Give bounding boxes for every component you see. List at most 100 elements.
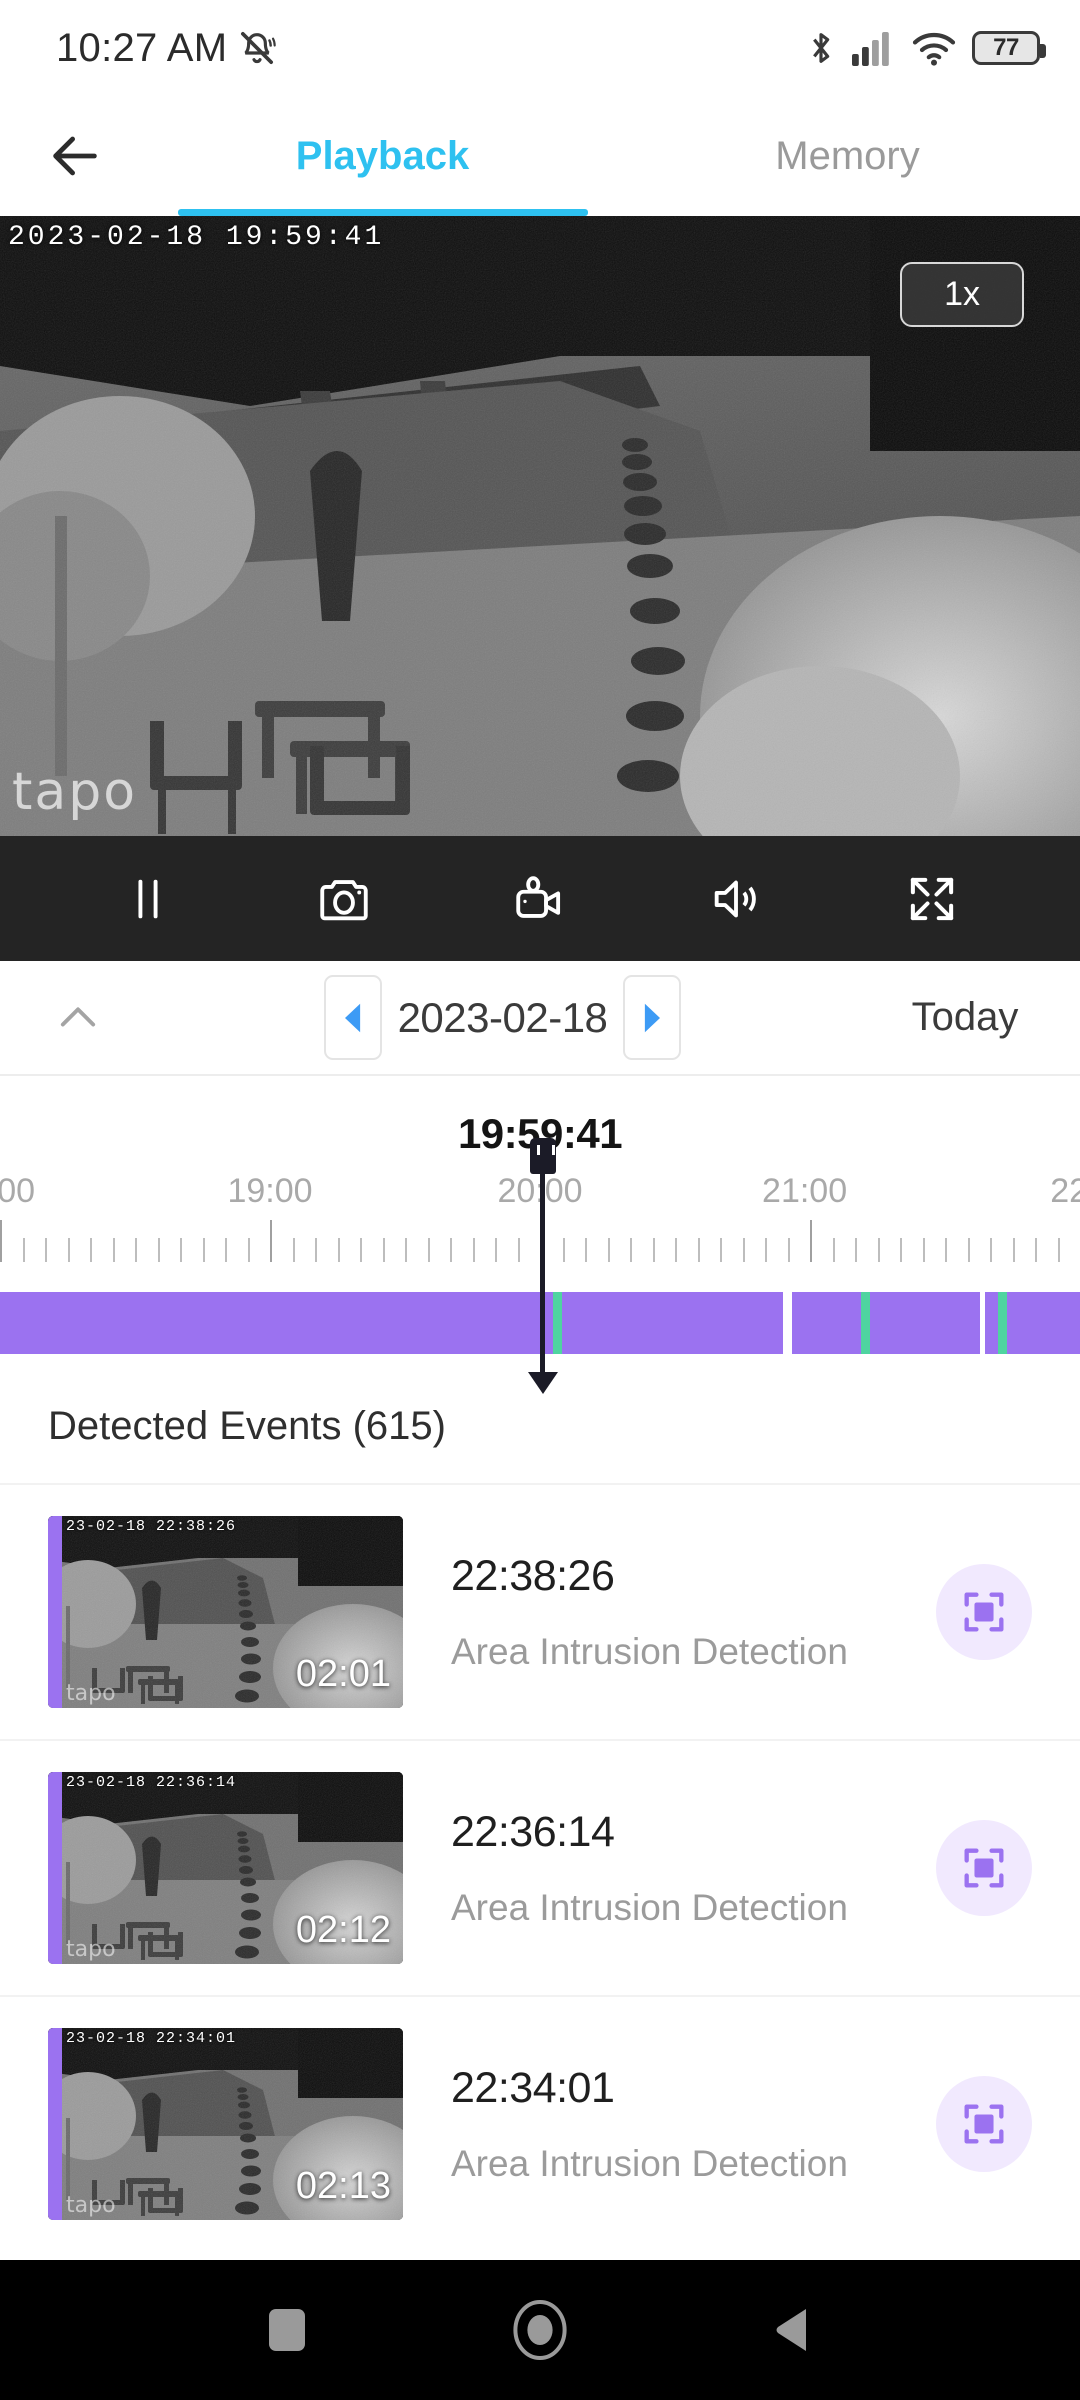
tab-playback[interactable]: Playback xyxy=(150,96,615,216)
timeline-tick-label: 00 xyxy=(0,1172,35,1211)
timeline-minor-tick xyxy=(788,1238,790,1262)
timeline-minor-tick xyxy=(1013,1238,1015,1262)
playback-speed-button[interactable]: 1x xyxy=(900,262,1024,327)
back-arrow-icon xyxy=(46,127,104,185)
timeline-minor-tick xyxy=(923,1238,925,1262)
timeline-minor-tick xyxy=(698,1238,700,1262)
event-type: Area Intrusion Detection xyxy=(451,1631,936,1673)
selected-date[interactable]: 2023-02-18 xyxy=(398,994,608,1042)
tapo-watermark: tapo xyxy=(12,762,137,822)
cellular-signal-icon xyxy=(852,30,896,66)
timeline-minor-tick xyxy=(180,1238,182,1262)
caret-left-icon xyxy=(342,1002,364,1034)
video-camera-icon xyxy=(511,870,569,928)
timeline-minor-tick xyxy=(360,1238,362,1262)
timeline-playhead[interactable] xyxy=(540,1164,545,1374)
timeline-recording-segment[interactable] xyxy=(792,1292,980,1354)
timeline-minor-tick xyxy=(473,1238,475,1262)
event-time: 22:36:14 xyxy=(451,1808,936,1857)
timeline-minor-tick xyxy=(675,1238,677,1262)
event-thumbnail-edge xyxy=(48,1516,62,1708)
detected-events-section: Detected Events (615) 23-02-18 22:38:260… xyxy=(0,1366,1080,2251)
timeline-minor-tick xyxy=(45,1238,47,1262)
timeline[interactable]: 19:59:41 0019:0020:0021:0022 xyxy=(0,1076,1080,1366)
event-thumbnail-timestamp: 23-02-18 22:34:01 xyxy=(66,2030,236,2047)
today-button[interactable]: Today xyxy=(850,995,1080,1040)
timeline-event-marker[interactable] xyxy=(553,1292,562,1354)
event-info: 22:36:14 Area Intrusion Detection xyxy=(403,1808,936,1929)
timeline-minor-tick xyxy=(900,1238,902,1262)
timeline-tick-label: 22 xyxy=(1050,1172,1080,1211)
timeline-minor-tick xyxy=(1058,1238,1060,1262)
home-button[interactable] xyxy=(480,2270,600,2390)
playhead-knob[interactable] xyxy=(530,1138,556,1174)
timeline-minor-tick xyxy=(585,1238,587,1262)
battery-icon: 77 xyxy=(972,31,1040,65)
area-detection-icon xyxy=(958,2098,1010,2150)
next-day-button[interactable] xyxy=(623,975,681,1060)
timeline-minor-tick xyxy=(968,1238,970,1262)
timeline-minor-tick xyxy=(720,1238,722,1262)
timeline-minor-tick xyxy=(135,1238,137,1262)
volume-button[interactable] xyxy=(681,844,791,954)
event-time: 22:34:01 xyxy=(451,2064,936,2113)
recents-button[interactable] xyxy=(227,2270,347,2390)
timeline-minor-tick xyxy=(855,1238,857,1262)
event-duration: 02:13 xyxy=(296,2165,391,2208)
event-type: Area Intrusion Detection xyxy=(451,1887,936,1929)
event-action-button[interactable] xyxy=(936,1820,1032,1916)
timeline-minor-tick xyxy=(1035,1238,1037,1262)
video-player[interactable]: 2023-02-18 19:59:41 1x tapo xyxy=(0,216,1080,836)
event-thumbnail-timestamp: 23-02-18 22:36:14 xyxy=(66,1774,236,1791)
timeline-minor-tick xyxy=(293,1238,295,1262)
timeline-minor-tick xyxy=(878,1238,880,1262)
tab-bar: Playback Memory xyxy=(150,96,1080,216)
event-thumbnail-edge xyxy=(48,2028,62,2220)
battery-level: 77 xyxy=(993,34,1019,62)
date-navigation-bar: 2023-02-18 Today xyxy=(0,961,1080,1076)
collapse-button[interactable] xyxy=(0,992,155,1044)
timeline-minor-tick xyxy=(90,1238,92,1262)
event-thumbnail-watermark: tapo xyxy=(66,2193,116,2218)
timeline-minor-tick xyxy=(833,1238,835,1262)
event-thumbnail[interactable]: 23-02-18 22:36:1402:12tapo xyxy=(48,1772,403,1964)
event-row[interactable]: 23-02-18 22:38:2602:01tapo22:38:26Area I… xyxy=(0,1483,1080,1739)
back-button[interactable] xyxy=(0,96,150,216)
status-bar: 10:27 AM xyxy=(0,0,1080,96)
wifi-icon xyxy=(912,30,956,66)
record-button[interactable] xyxy=(485,844,595,954)
event-thumbnail-timestamp: 23-02-18 22:38:26 xyxy=(66,1518,236,1535)
event-row[interactable]: 23-02-18 22:36:1402:12tapo 22:36:14 Area I… xyxy=(0,1739,1080,1995)
caret-right-icon xyxy=(641,1002,663,1034)
timeline-major-tick xyxy=(0,1220,2,1262)
timeline-recording-segment[interactable] xyxy=(0,1292,783,1354)
back-button-nav[interactable] xyxy=(733,2270,853,2390)
area-detection-icon xyxy=(958,1586,1010,1638)
timeline-event-marker[interactable] xyxy=(998,1292,1007,1354)
pause-icon xyxy=(122,873,174,925)
timeline-event-marker[interactable] xyxy=(861,1292,870,1354)
fullscreen-button[interactable] xyxy=(877,844,987,954)
event-row[interactable]: 23-02-18 22:34:0102:13tapo22:34:01Area I… xyxy=(0,1995,1080,2251)
timeline-minor-tick xyxy=(428,1238,430,1262)
event-thumbnail-watermark: tapo xyxy=(66,1681,116,1706)
event-thumbnail[interactable]: 23-02-18 22:38:2602:01tapo xyxy=(48,1516,403,1708)
timeline-minor-tick xyxy=(248,1238,250,1262)
timeline-minor-tick xyxy=(315,1238,317,1262)
timeline-minor-tick xyxy=(225,1238,227,1262)
pause-button[interactable] xyxy=(93,844,203,954)
snapshot-button[interactable] xyxy=(289,844,399,954)
event-action-button[interactable] xyxy=(936,1564,1032,1660)
previous-day-button[interactable] xyxy=(324,975,382,1060)
square-recents-icon xyxy=(267,2307,307,2353)
timeline-major-tick xyxy=(810,1220,812,1262)
event-action-button[interactable] xyxy=(936,2076,1032,2172)
timeline-minor-tick xyxy=(383,1238,385,1262)
event-thumbnail[interactable]: 23-02-18 22:34:01 02:13 tapo xyxy=(48,2028,403,2220)
tab-memory[interactable]: Memory xyxy=(615,96,1080,216)
timeline-minor-tick xyxy=(945,1238,947,1262)
timeline-minor-tick xyxy=(495,1238,497,1262)
timeline-minor-tick xyxy=(23,1238,25,1262)
date-selector: 2023-02-18 xyxy=(155,975,850,1060)
timeline-minor-tick xyxy=(653,1238,655,1262)
